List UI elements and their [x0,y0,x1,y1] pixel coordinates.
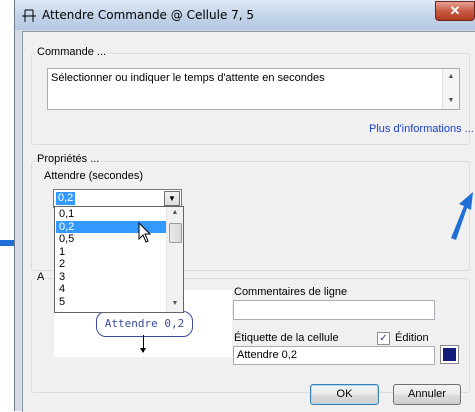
dropdown-option[interactable]: 3 [56,271,169,283]
title-bar[interactable]: Attendre Commande @ Cellule 7, 5 ✕ [15,0,475,30]
scroll-thumb[interactable] [169,223,182,243]
window-title: Attendre Commande @ Cellule 7, 5 [42,8,255,22]
combo-selected-value: 0,2 [56,192,76,205]
cell-label-value: Attendre 0,2 [237,349,297,361]
cell-color-picker[interactable] [440,345,459,364]
close-icon: ✕ [449,3,461,18]
cell-label-field[interactable]: Attendre 0,2 [233,346,435,365]
dropdown-option[interactable]: 2 [56,258,169,270]
flow-arrow-icon [140,348,146,353]
command-icon [22,9,36,22]
command-description-box[interactable]: Sélectionner ou indiquer le temps d'atte… [47,68,460,110]
description-scrollbar[interactable]: ▲ ▼ [442,69,459,109]
dropdown-option[interactable]: 0,1 [56,208,169,220]
close-button[interactable]: ✕ [435,1,475,21]
wait-seconds-label: Attendre (secondes) [44,170,144,182]
dropdown-option[interactable]: 0,2 [56,220,169,233]
cancel-button[interactable]: Annuler [393,384,461,405]
command-description: Sélectionner ou indiquer le temps d'atte… [51,72,325,84]
scroll-down-icon[interactable]: ▼ [443,97,459,104]
mouse-cursor-icon [138,222,152,243]
dropdown-option[interactable]: 4 [56,283,169,295]
more-info-link[interactable]: Plus d'informations ... [369,123,474,135]
cell-label-label: Étiquette de la cellule [234,332,339,344]
apercu-group-label: A [35,271,47,283]
annotation-arrow-right [451,192,473,240]
comments-field[interactable] [233,300,435,320]
ok-button[interactable]: OK [310,384,379,405]
chevron-down-icon[interactable]: ▼ [164,191,180,206]
edition-label: Édition [395,332,429,344]
scroll-up-icon[interactable]: ▲ [167,209,183,216]
dropdown-option[interactable]: 5 [56,296,169,308]
scroll-up-icon[interactable]: ▲ [443,73,459,80]
edition-checkbox[interactable]: ✓ [377,332,390,345]
dropdown-option[interactable]: 0,5 [56,233,169,245]
commande-group-label: Commande ... [35,46,109,58]
cell-color-swatch [443,348,456,361]
dropdown-option[interactable]: 1 [56,246,169,258]
flow-node[interactable]: Attendre 0,2 [96,311,193,337]
dropdown-scrollbar[interactable]: ▲ ▼ [166,207,183,312]
wait-seconds-dropdown[interactable]: 0,1 0,2 0,5 1 2 3 4 5 ▲ ▼ [54,206,184,313]
proprietes-group-label: Propriétés ... [35,153,102,165]
comments-label: Commentaires de ligne [234,286,348,298]
scroll-down-icon[interactable]: ▼ [167,300,183,307]
